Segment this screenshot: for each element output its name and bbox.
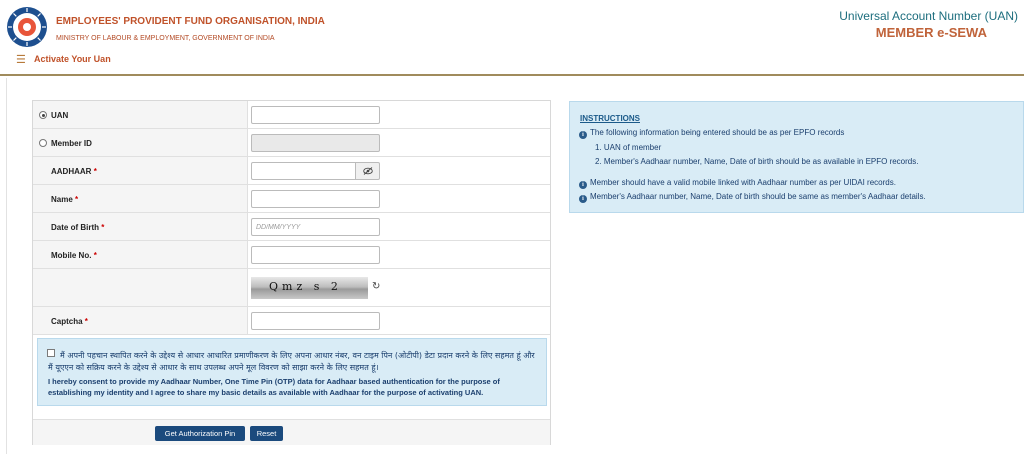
consent-box: मैं अपनी पहचान स्थापित करने के उद्देश्य … <box>37 338 547 406</box>
required-mark: * <box>93 167 97 176</box>
portal-title: Universal Account Number (UAN) <box>839 9 1018 23</box>
page-title: Activate Your Uan <box>34 54 111 64</box>
instruction-item: i Member should have a valid mobile linke… <box>579 178 896 189</box>
dob-label: Date of Birth * <box>51 223 105 232</box>
captcha-input[interactable] <box>251 312 380 330</box>
dob-row: Date of Birth * <box>33 213 550 241</box>
reset-button[interactable]: Reset <box>250 426 283 441</box>
aadhaar-row: AADHAAR * <box>33 157 550 185</box>
required-mark: * <box>75 195 79 204</box>
captcha-image-row: Qmz s 2 ↻ <box>33 269 550 307</box>
captcha-row: Captcha * <box>33 307 550 335</box>
instruction-item: i Member's Aadhaar number, Name, Date of … <box>579 192 926 203</box>
epfo-logo <box>7 7 47 47</box>
eye-icon <box>362 167 373 175</box>
aadhaar-label: AADHAAR * <box>51 167 97 176</box>
member-id-label: Member ID <box>51 139 92 148</box>
divider <box>6 78 7 454</box>
info-icon: i <box>579 131 587 139</box>
org-name: EMPLOYEES' PROVIDENT FUND ORGANISATION, … <box>56 16 325 27</box>
info-icon: i <box>579 181 587 189</box>
required-mark: * <box>101 223 105 232</box>
refresh-captcha-icon[interactable]: ↻ <box>372 281 380 292</box>
instructions-panel: INSTRUCTIONS i The following information … <box>569 101 1024 213</box>
captcha-image: Qmz s 2 <box>251 277 368 299</box>
mobile-label: Mobile No. * <box>51 251 97 260</box>
get-authorization-pin-button[interactable]: Get Authorization Pin <box>155 426 245 441</box>
aadhaar-input[interactable] <box>251 162 356 180</box>
member-id-radio[interactable] <box>39 139 47 147</box>
required-mark: * <box>84 317 88 326</box>
captcha-label: Captcha * <box>51 317 88 326</box>
instruction-item: i The following information being entered… <box>579 128 844 139</box>
instruction-subitem: 1. UAN of member <box>595 143 662 152</box>
uan-label: UAN <box>51 111 69 120</box>
name-label: Name * <box>51 195 79 204</box>
uan-radio[interactable] <box>39 111 47 119</box>
show-aadhaar-button[interactable] <box>355 162 380 180</box>
ministry-name: MINISTRY OF LABOUR & EMPLOYMENT, GOVERNM… <box>56 35 275 42</box>
member-id-row: Member ID <box>33 129 550 157</box>
mobile-input[interactable] <box>251 246 380 264</box>
consent-text-english: I hereby consent to provide my Aadhaar N… <box>48 377 500 397</box>
name-input[interactable] <box>251 190 380 208</box>
uan-input[interactable] <box>251 106 380 124</box>
dob-input[interactable] <box>251 218 380 236</box>
page-title-bar: ☰ Activate Your Uan <box>0 52 1024 76</box>
name-row: Name * <box>33 185 550 213</box>
action-bar: Get Authorization Pin Reset <box>33 419 550 445</box>
site-header: EMPLOYEES' PROVIDENT FUND ORGANISATION, … <box>0 0 1024 52</box>
consent-text-hindi: मैं अपनी पहचान स्थापित करने के उद्देश्य … <box>48 351 535 372</box>
info-icon: i <box>579 195 587 203</box>
instructions-title: INSTRUCTIONS <box>580 114 640 123</box>
mobile-row: Mobile No. * <box>33 241 550 269</box>
required-mark: * <box>93 251 97 260</box>
hamburger-icon[interactable]: ☰ <box>16 53 26 66</box>
instruction-subitem: 2. Member's Aadhaar number, Name, Date o… <box>595 157 919 166</box>
uan-row: UAN <box>33 101 550 129</box>
portal-subtitle: MEMBER e-SEWA <box>875 25 987 40</box>
activate-uan-form: UAN Member ID AADHAAR * Name * Date of B… <box>32 100 551 445</box>
member-id-input[interactable] <box>251 134 380 152</box>
